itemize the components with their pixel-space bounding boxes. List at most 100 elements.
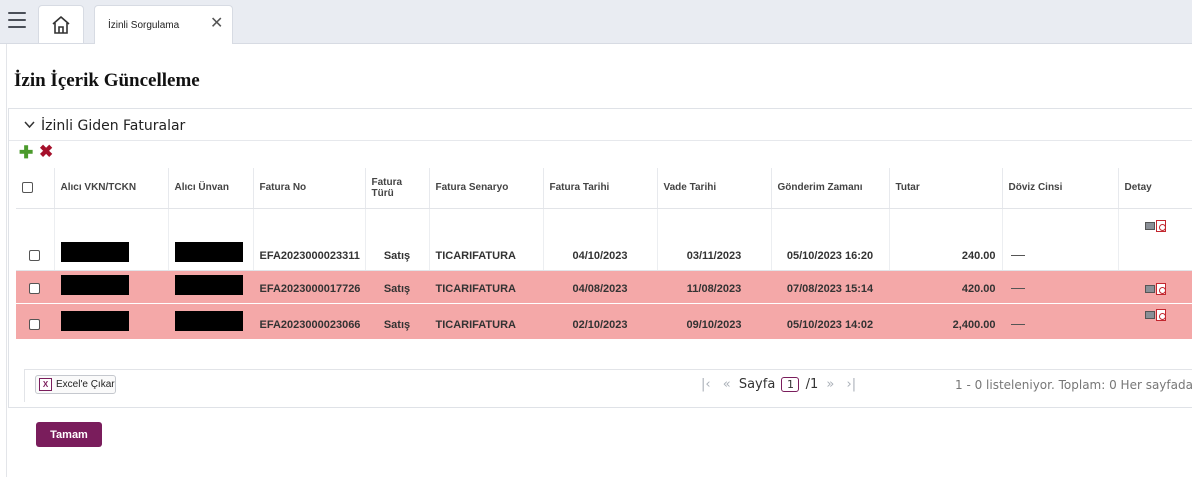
row-checkbox[interactable] <box>29 283 41 295</box>
column-header[interactable]: Vade Tarihi <box>657 168 772 209</box>
invoice-no-cell: EFA2023000017726 <box>253 270 366 304</box>
vkn-cell <box>54 208 169 271</box>
row-checkbox[interactable] <box>29 250 41 262</box>
last-page-icon[interactable]: ›| <box>847 377 857 392</box>
excel-icon: X <box>39 378 52 391</box>
scenario-cell: TICARIFATURA <box>429 303 544 340</box>
delete-icon[interactable]: ✖ <box>39 143 53 160</box>
scenario-cell: TICARIFATURA <box>429 270 544 304</box>
row-select-cell <box>16 303 55 340</box>
invoice-type-cell: Satış <box>365 303 430 340</box>
home-tab[interactable] <box>38 5 84 43</box>
panel-title: İzinli Giden Faturalar <box>41 118 186 134</box>
redacted-block <box>174 241 243 262</box>
select-all-header <box>16 168 55 209</box>
summary-text: 1 - 0 listeleniyor. Toplam: 0 Her sayfad… <box>955 378 1192 392</box>
column-header[interactable]: Fatura Tarihi <box>543 168 658 209</box>
vkn-cell <box>54 303 169 340</box>
redacted-block <box>174 274 243 295</box>
select-all-checkbox[interactable] <box>22 182 33 194</box>
unvan-cell <box>168 270 254 304</box>
column-header[interactable]: Döviz Cinsi <box>1002 168 1119 209</box>
detail-cell <box>1118 208 1192 271</box>
unvan-cell <box>168 208 254 271</box>
row-checkbox[interactable] <box>29 319 41 331</box>
print-icon[interactable] <box>1145 284 1155 293</box>
table-row[interactable]: EFA2023000023066 Satış TICARIFATURA 02/1… <box>16 303 1192 340</box>
scenario-cell: TICARIFATURA <box>429 208 544 271</box>
first-page-icon[interactable]: |‹ <box>701 377 711 392</box>
due-date-cell: 03/11/2023 <box>657 208 772 271</box>
export-excel-button[interactable]: X Excel'e Çıkar <box>35 375 116 394</box>
column-header[interactable]: Gönderim Zamanı <box>771 168 890 209</box>
row-select-cell <box>16 208 55 271</box>
due-date-cell: 09/10/2023 <box>657 303 772 340</box>
amount-cell: 2,400.00 <box>889 303 1003 340</box>
detail-cell <box>1118 270 1192 304</box>
page-total: /1 <box>805 377 819 392</box>
page-input[interactable]: 1 <box>781 377 800 392</box>
redacted-block <box>60 310 129 331</box>
invoice-type-cell: Satış <box>365 208 430 271</box>
list-summary: 1 - 0 listeleniyor. Toplam: 0 Her sayfad… <box>955 378 1192 393</box>
home-icon <box>52 15 70 34</box>
amount-cell: 240.00 <box>889 208 1003 271</box>
table-row[interactable]: EFA2023000017726 Satış TICARIFATURA 04/0… <box>16 270 1192 304</box>
currency-cell <box>1002 208 1119 271</box>
column-header[interactable]: Alıcı Ünvan <box>168 168 254 209</box>
column-header[interactable]: Fatura Senaryo <box>429 168 544 209</box>
ok-button[interactable]: Tamam <box>36 422 102 447</box>
pager: |‹ « Sayfa 1 /1 » ›| <box>697 377 860 392</box>
export-excel-label: Excel'e Çıkar <box>56 379 115 390</box>
detail-cell <box>1118 303 1192 340</box>
invoice-date-cell: 02/10/2023 <box>543 303 658 340</box>
invoice-date-cell: 04/08/2023 <box>543 270 658 304</box>
page-title: İzin İçerik Güncelleme <box>14 70 200 91</box>
currency-cell <box>1002 270 1119 304</box>
invoice-date-cell: 04/10/2023 <box>543 208 658 271</box>
top-bar: İzinli Sorgulama ✕ <box>0 0 1192 44</box>
grid-footer: X Excel'e Çıkar |‹ « Sayfa 1 /1 » ›| 1 -… <box>24 369 1192 402</box>
tab-izinli-sorgulama[interactable]: İzinli Sorgulama ✕ <box>94 5 233 44</box>
print-icon[interactable] <box>1145 310 1155 319</box>
table-row[interactable]: EFA2023000023311 Satış TICARIFATURA 04/1… <box>16 208 1192 271</box>
invoices-table: Alıcı VKN/TCKN Alıcı Ünvan Fatura No Fat… <box>16 168 1192 340</box>
chevron-down-icon[interactable] <box>24 118 35 132</box>
redacted-block <box>174 310 243 331</box>
sent-time-cell: 05/10/2023 14:02 <box>771 303 890 340</box>
invoice-type-cell: Satış <box>365 270 430 304</box>
column-header[interactable]: Fatura No <box>253 168 366 209</box>
currency-cell <box>1002 303 1119 340</box>
page-label: Sayfa <box>738 377 776 392</box>
pdf-icon[interactable] <box>1156 308 1166 321</box>
pdf-icon[interactable] <box>1156 282 1166 295</box>
next-page-icon[interactable]: » <box>826 377 834 392</box>
left-border <box>6 44 7 477</box>
column-header[interactable]: Tutar <box>889 168 1003 209</box>
due-date-cell: 11/08/2023 <box>657 270 772 304</box>
panel-header[interactable]: İzinli Giden Faturalar <box>9 109 1192 141</box>
table-header-row: Alıcı VKN/TCKN Alıcı Ünvan Fatura No Fat… <box>16 168 1192 209</box>
sent-time-cell: 07/08/2023 15:14 <box>771 270 890 304</box>
empty-dash <box>1010 255 1025 257</box>
redacted-block <box>60 241 129 262</box>
amount-cell: 420.00 <box>889 270 1003 304</box>
add-icon[interactable]: ✚ <box>19 144 33 161</box>
close-icon[interactable]: ✕ <box>210 16 223 32</box>
column-header[interactable]: Fatura Türü <box>365 168 430 209</box>
row-select-cell <box>16 270 55 304</box>
hamburger-menu-icon[interactable] <box>8 12 26 28</box>
empty-dash <box>1010 288 1025 290</box>
invoice-no-cell: EFA2023000023311 <box>253 208 366 271</box>
tab-label: İzinli Sorgulama <box>108 20 180 31</box>
pdf-icon[interactable] <box>1156 219 1166 232</box>
redacted-block <box>60 274 129 295</box>
unvan-cell <box>168 303 254 340</box>
invoices-panel: İzinli Giden Faturalar ✚ ✖ Alıcı VKN/TCK… <box>8 108 1192 408</box>
print-icon[interactable] <box>1145 221 1155 230</box>
sent-time-cell: 05/10/2023 16:20 <box>771 208 890 271</box>
prev-page-icon[interactable]: « <box>723 377 731 392</box>
column-header[interactable]: Detay <box>1118 168 1192 209</box>
invoice-no-cell: EFA2023000023066 <box>253 303 366 340</box>
column-header[interactable]: Alıcı VKN/TCKN <box>54 168 169 209</box>
